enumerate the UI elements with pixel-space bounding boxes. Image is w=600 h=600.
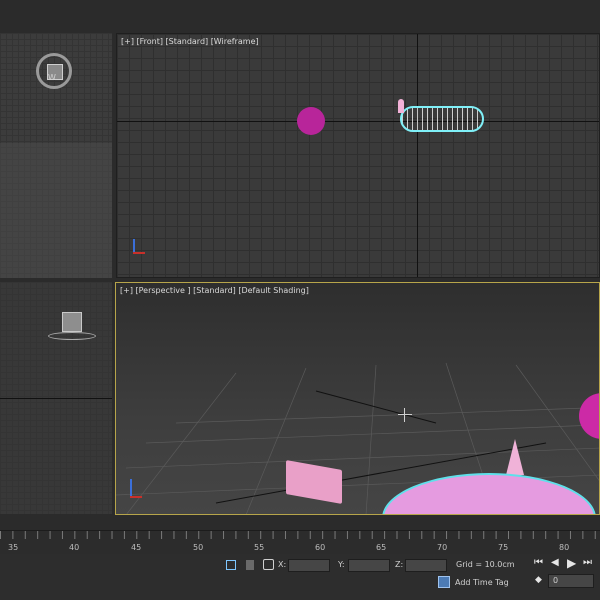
frame-spinner[interactable]: 0 xyxy=(548,574,594,588)
timeline-tick: 45 xyxy=(131,543,142,552)
status-bar: X: Y: Z: Grid = 10.0cm Add Time Tag ⏮ ◀︎… xyxy=(0,554,600,600)
timeline-tick: 35 xyxy=(8,543,19,552)
timeline-tick: 80 xyxy=(559,543,570,552)
pink-cone[interactable] xyxy=(506,439,524,475)
x-coord-label: X: xyxy=(278,560,287,569)
timeline-tick: 70 xyxy=(437,543,448,552)
timeline-tick: 75 xyxy=(498,543,509,552)
lock-selection-icon[interactable] xyxy=(246,560,254,570)
y-coord-label: Y: xyxy=(338,560,345,569)
selected-capsule-wireframe[interactable] xyxy=(400,106,484,132)
top-viewport-lower-band xyxy=(0,143,112,278)
front-x-axis xyxy=(117,121,599,122)
viewcube-compass[interactable]: W xyxy=(0,33,112,145)
add-time-tag-button[interactable]: Add Time Tag xyxy=(455,578,509,587)
time-tag-icon[interactable] xyxy=(438,576,450,588)
top-viewport[interactable]: W xyxy=(0,33,112,278)
play-icon[interactable]: ▶ xyxy=(567,556,576,570)
front-viewport[interactable]: [+] [Front] [Standard] [Wireframe] xyxy=(116,33,600,278)
timeline-tick: 50 xyxy=(193,543,204,552)
go-to-start-icon[interactable]: ⏮ xyxy=(534,557,543,568)
timeline-tick: 65 xyxy=(376,543,387,552)
top-toolbar xyxy=(0,0,600,30)
isolate-icon[interactable] xyxy=(226,560,236,570)
y-coord-field[interactable] xyxy=(348,559,390,572)
next-frame-icon[interactable]: ⏭ xyxy=(583,557,592,568)
z-coord-field[interactable] xyxy=(405,559,447,572)
frame-value: 0 xyxy=(553,576,559,585)
z-coord-label: Z: xyxy=(395,560,404,569)
left-horizon-line xyxy=(0,398,112,399)
perspective-viewport[interactable]: [+] [Perspective ] [Standard] [Default S… xyxy=(115,282,600,515)
left-viewport[interactable] xyxy=(0,282,112,514)
timeline-tick: 60 xyxy=(315,543,326,552)
front-viewport-label[interactable]: [+] [Front] [Standard] [Wireframe] xyxy=(121,37,259,46)
cursor-crosshair-icon xyxy=(398,408,412,422)
magenta-sphere[interactable] xyxy=(297,107,325,135)
timeline-tick: 55 xyxy=(254,543,265,552)
key-mode-icon[interactable]: ◆ xyxy=(535,575,542,585)
timeline-ticks xyxy=(0,531,600,539)
timeline-ruler[interactable]: 35 40 45 50 55 60 65 70 75 80 xyxy=(0,530,600,555)
pink-cone-wire xyxy=(398,99,404,113)
viewcube-mini-ring xyxy=(48,332,96,340)
prev-frame-icon[interactable]: ◀︎ xyxy=(551,557,559,568)
compass-w-label: W xyxy=(48,73,56,82)
perspective-gizmo-icon xyxy=(128,479,144,499)
front-y-axis xyxy=(417,34,418,277)
timeline-tick: 40 xyxy=(69,543,80,552)
viewcube-mini-icon[interactable] xyxy=(62,312,82,332)
front-gizmo-icon xyxy=(131,239,147,255)
x-coord-field[interactable] xyxy=(288,559,330,572)
grid-size-text: Grid = 10.0cm xyxy=(456,560,515,569)
transform-icon[interactable] xyxy=(263,559,274,570)
